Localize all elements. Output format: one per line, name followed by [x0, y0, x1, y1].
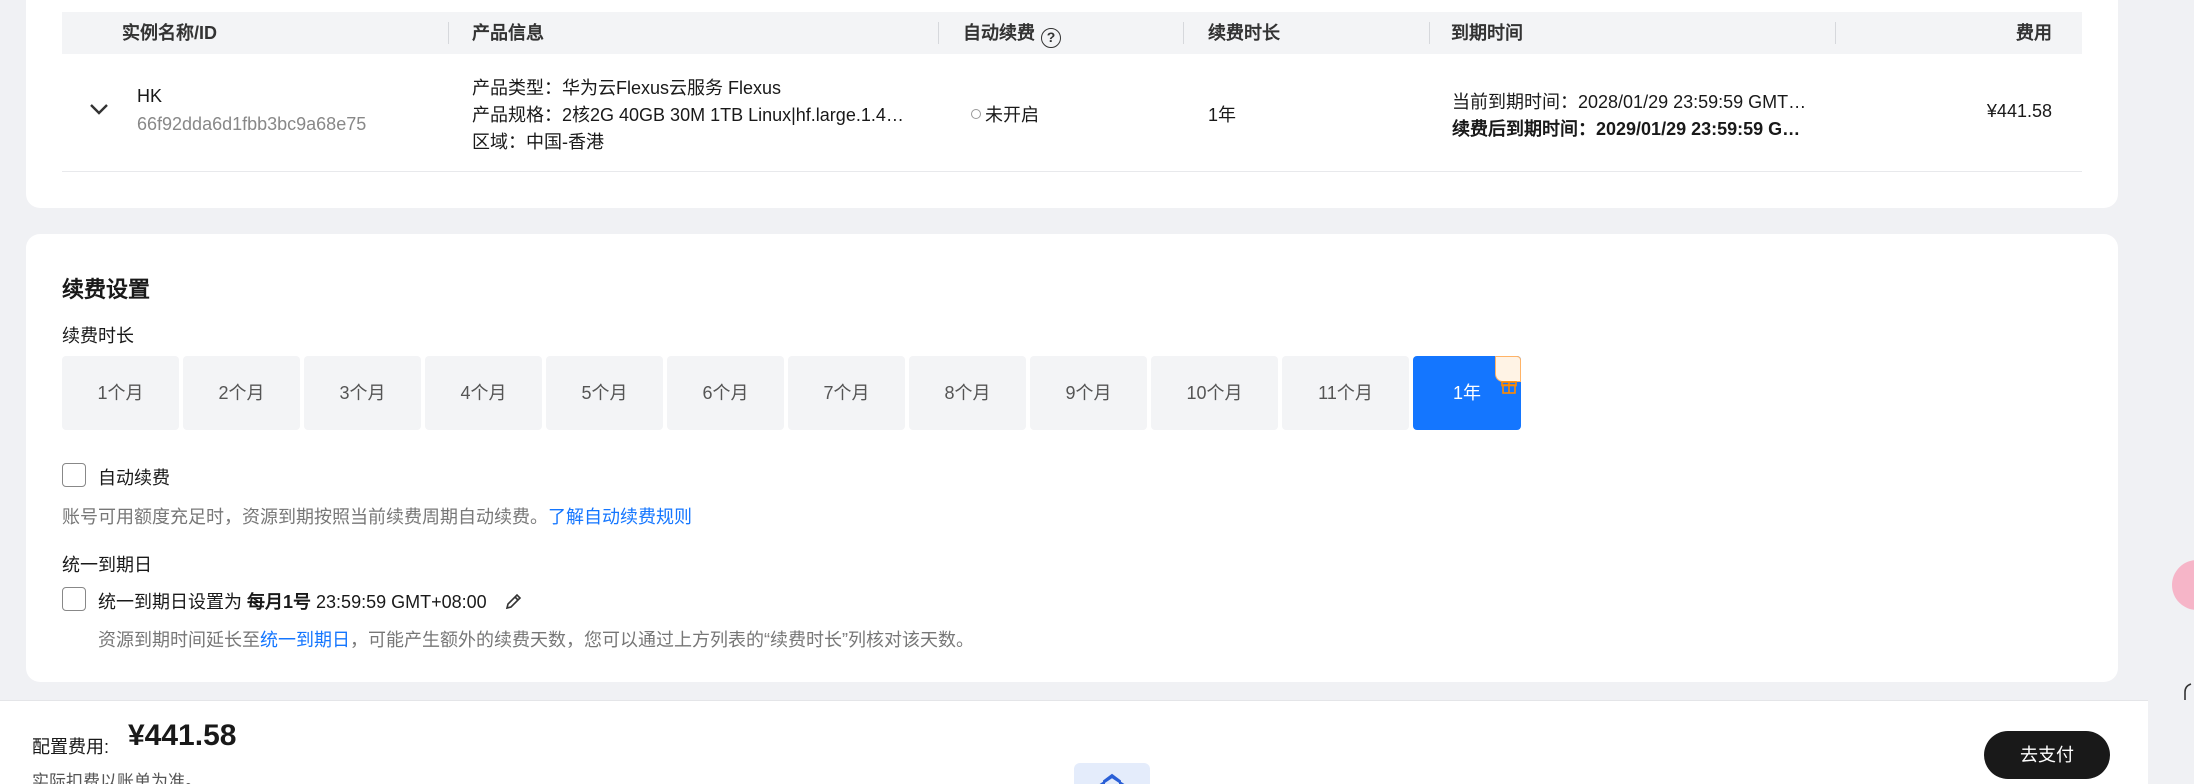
row-cost: ¥441.58	[1986, 101, 2052, 121]
auto-renew-rules-link[interactable]: 了解自动续费规则	[548, 507, 692, 527]
unify-day: 每月1号	[247, 592, 312, 612]
auto-renew-hint-text: 账号可用额度充足时，资源到期按照当前续费周期自动续费。	[62, 507, 548, 527]
duration-option-selected[interactable]: 1年	[1413, 356, 1521, 430]
renew-settings-card	[26, 234, 2118, 682]
duration-option[interactable]: 11个月	[1282, 356, 1409, 430]
product-region: 区域：中国-香港	[472, 132, 604, 152]
duration-option[interactable]: 5个月	[546, 356, 663, 430]
help-icon[interactable]: ?	[1041, 28, 1061, 48]
duration-option[interactable]: 8个月	[909, 356, 1026, 430]
pay-button[interactable]: 去支付	[1984, 731, 2110, 779]
unify-date-link[interactable]: 统一到期日	[260, 630, 350, 650]
auto-renew-label: 自动续费	[98, 468, 170, 488]
header-separator	[448, 22, 449, 44]
chevron-down-icon[interactable]	[88, 98, 110, 120]
header-product: 产品信息	[472, 23, 544, 43]
duration-option[interactable]: 10个月	[1151, 356, 1278, 430]
current-expiry: 当前到期时间：2028/01/29 23:59:59 GMT…	[1452, 92, 1807, 112]
header-separator	[1429, 22, 1430, 44]
unify-setting: 统一到期日设置为 每月1号 23:59:59 GMT+08:00	[98, 588, 524, 614]
header-cost: 费用	[2016, 23, 2052, 43]
fee-label: 配置费用:	[32, 737, 110, 757]
row-duration: 1年	[1208, 105, 1237, 125]
unify-hint: 资源到期时间延长至统一到期日，可能产生额外的续费天数，您可以通过上方列表的“续费…	[98, 626, 974, 652]
unify-prefix: 统一到期日设置为	[98, 592, 248, 612]
edit-icon[interactable]	[504, 591, 524, 611]
product-spec: 产品规格：2核2G 40GB 30M 1TB Linux|hf.large.1.…	[472, 105, 904, 125]
auto-renew-checkbox[interactable]	[62, 463, 86, 487]
checkout-bar: 配置费用: ¥441.58 实际扣费以账单为准。 去支付	[0, 700, 2148, 784]
header-separator	[1183, 22, 1184, 44]
side-handle-icon[interactable]	[2183, 682, 2193, 702]
table-row: HK 66f92dda6d1fbb3bc9a68e75 产品类型：华为云Flex…	[62, 54, 2082, 172]
fee-value: ¥441.58	[128, 719, 237, 752]
duration-option[interactable]: 2个月	[183, 356, 300, 430]
unify-checkbox[interactable]	[62, 587, 86, 611]
auto-renew-hint: 账号可用额度充足时，资源到期按照当前续费周期自动续费。了解自动续费规则	[62, 503, 692, 529]
duration-option[interactable]: 6个月	[667, 356, 784, 430]
instance-name: HK	[137, 86, 163, 106]
header-separator	[938, 22, 939, 44]
duration-option[interactable]: 4个月	[425, 356, 542, 430]
table-header: 实例名称/ID 产品信息 自动续费? 续费时长 到期时间 费用	[62, 12, 2082, 54]
fee-note: 实际扣费以账单为准。	[32, 772, 202, 784]
auto-renew-status-label: 未开启	[985, 105, 1039, 125]
duration-option[interactable]: 3个月	[304, 356, 421, 430]
unify-hint-prefix: 资源到期时间延长至	[98, 630, 260, 650]
instance-id: 66f92dda6d1fbb3bc9a68e75	[137, 114, 367, 134]
status-circle-icon	[971, 109, 981, 119]
header-separator	[1835, 22, 1836, 44]
duration-option[interactable]: 1个月	[62, 356, 179, 430]
duration-option[interactable]: 7个月	[788, 356, 905, 430]
gift-icon	[1495, 356, 1521, 394]
section-title: 续费设置	[62, 277, 151, 302]
duration-option-label: 1年	[1452, 383, 1481, 403]
auto-renew-status: 未开启	[971, 101, 1039, 127]
product-type: 产品类型：华为云Flexus云服务 Flexus	[472, 78, 782, 98]
cube-icon	[1074, 763, 1150, 784]
unify-title: 统一到期日	[62, 555, 152, 575]
header-expiry: 到期时间	[1451, 23, 1523, 43]
unify-hint-suffix: ，可能产生额外的续费天数，您可以通过上方列表的“续费时长”列核对该天数。	[350, 630, 974, 650]
unify-time: 23:59:59 GMT+08:00	[311, 592, 487, 612]
right-gutter	[2148, 0, 2194, 784]
header-duration: 续费时长	[1208, 23, 1280, 43]
header-auto-renew: 自动续费?	[963, 12, 1061, 54]
header-instance: 实例名称/ID	[122, 23, 218, 43]
header-auto-renew-label: 自动续费	[963, 23, 1035, 43]
renewed-expiry: 续费后到期时间：2029/01/29 23:59:59 G…	[1452, 119, 1801, 139]
duration-label: 续费时长	[62, 326, 134, 346]
duration-option[interactable]: 9个月	[1030, 356, 1147, 430]
